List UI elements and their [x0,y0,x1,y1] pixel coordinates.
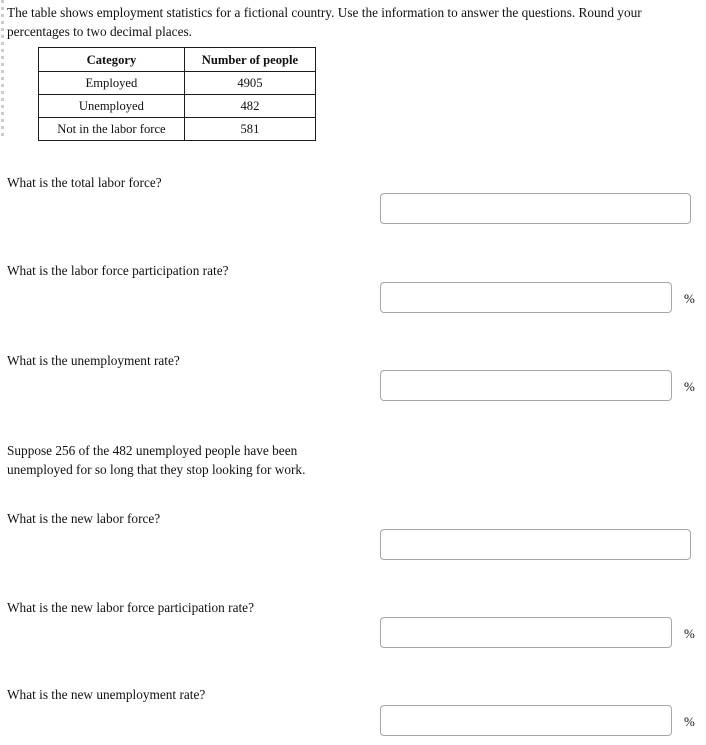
question-label-unemployment-rate: What is the unemployment rate? [7,353,180,368]
percent-sign-new-labor-force-participation-rate: % [684,626,695,641]
table-cell-count: 482 [183,94,317,118]
table-row: Employed 4905 [38,71,317,95]
table-cell-category: Unemployed [38,94,185,118]
answer-input-new-labor-force[interactable] [380,529,691,560]
table-header-row: Category Number of people [38,47,317,72]
percent-sign-labor-force-participation-rate: % [684,291,695,306]
table-header-number-of-people: Number of people [183,47,317,72]
page-edge-artifact [1,0,4,136]
answer-input-total-labor-force[interactable] [380,193,691,224]
table-row: Not in the labor force 581 [38,117,317,141]
question-label-new-labor-force: What is the new labor force? [7,511,161,526]
table-header-category: Category [38,47,185,72]
instructions-paragraph: The table shows employment statistics fo… [7,5,642,39]
answer-input-labor-force-participation-rate[interactable] [380,282,672,313]
scenario-note-paragraph: Suppose 256 of the 482 unemployed people… [7,443,306,477]
table-row: Unemployed 482 [38,94,317,118]
question-label-labor-force-participation-rate: What is the labor force participation ra… [7,263,229,278]
question-label-new-unemployment-rate: What is the new unemployment rate? [7,687,206,702]
question-label-new-labor-force-participation-rate: What is the new labor force participatio… [7,600,254,615]
question-label-total-labor-force: What is the total labor force? [7,175,162,190]
table-cell-category: Employed [38,71,185,95]
answer-input-new-unemployment-rate[interactable] [380,705,672,736]
table-cell-category: Not in the labor force [38,117,185,141]
percent-sign-new-unemployment-rate: % [684,714,695,729]
employment-statistics-table: Category Number of people Employed 4905 … [38,47,317,141]
percent-sign-unemployment-rate: % [684,379,695,394]
table-cell-count: 4905 [183,71,317,95]
table-cell-count: 581 [183,117,317,141]
answer-input-unemployment-rate[interactable] [380,370,672,401]
answer-input-new-labor-force-participation-rate[interactable] [380,617,672,648]
